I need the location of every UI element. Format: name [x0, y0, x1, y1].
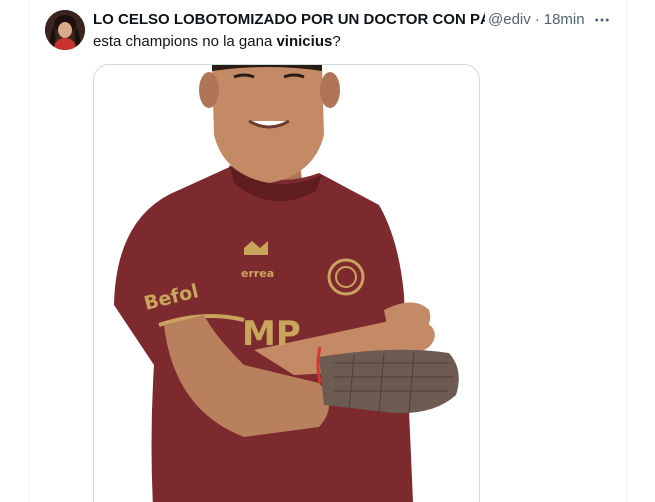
tweet-header: LO CELSO LOBOTOMIZADO POR UN DOCTOR CON … [93, 10, 613, 30]
column-divider-right [626, 0, 627, 502]
player-photo: MP Befol errea [94, 65, 479, 502]
jersey-front-text: MP [242, 314, 301, 354]
timestamp[interactable]: 18min [544, 10, 585, 30]
timeline-page: LO CELSO LOBOTOMIZADO POR UN DOCTOR CON … [0, 0, 655, 502]
avatar[interactable] [45, 10, 85, 50]
column-divider-left [28, 0, 29, 502]
more-dots-glyph [595, 18, 609, 22]
tweet-text-plain: esta champions no la gana [93, 33, 277, 50]
jersey-brand-text: errea [241, 267, 274, 280]
tweet-text-bold[interactable]: vinicius [276, 33, 332, 50]
tweet-text: esta champions no la gana vinicius? [93, 32, 341, 52]
avatar-image [45, 10, 85, 50]
separator-dot: · [534, 11, 540, 28]
display-name[interactable]: LO CELSO LOBOTOMIZADO POR UN DOCTOR CON … [93, 10, 485, 30]
user-handle[interactable]: @ediv [488, 10, 531, 30]
more-horizontal-icon[interactable] [590, 8, 614, 32]
tweet-media-image[interactable]: MP Befol errea [93, 64, 480, 502]
tweet-text-end: ? [332, 33, 341, 50]
